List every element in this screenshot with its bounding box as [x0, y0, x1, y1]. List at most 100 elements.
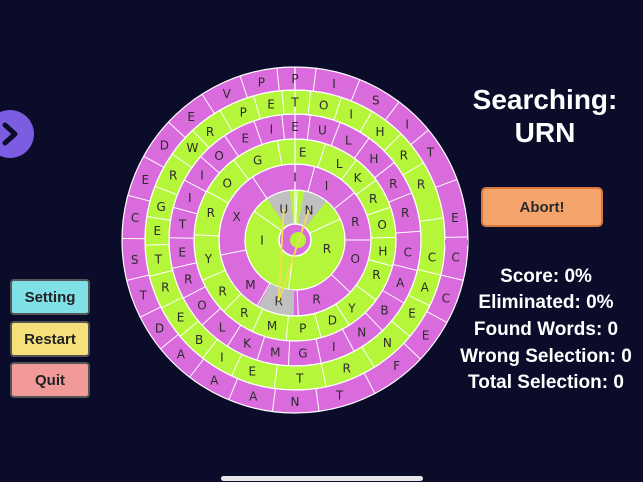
letter-cell[interactable]: O [319, 99, 328, 113]
letter-cell[interactable]: I [220, 351, 224, 365]
letter-cell[interactable]: E [291, 120, 299, 134]
letter-cell[interactable]: L [345, 133, 352, 147]
letter-cell[interactable]: A [421, 281, 430, 295]
abort-button[interactable]: Abort! [481, 187, 603, 227]
letter-cell[interactable]: P [258, 76, 265, 90]
letter-cell[interactable]: O [377, 218, 386, 232]
letter-cell[interactable]: I [293, 171, 297, 185]
letter-cell[interactable]: T [335, 389, 344, 403]
letter-cell[interactable]: C [404, 245, 412, 259]
letter-cell[interactable]: R [400, 149, 408, 163]
letter-cell[interactable]: I [325, 179, 329, 193]
letter-cell[interactable]: I [405, 117, 409, 131]
letter-cell[interactable]: H [375, 125, 384, 139]
letter-cell[interactable]: I [270, 122, 274, 136]
letter-cell[interactable]: I [332, 77, 336, 91]
letter-cell[interactable]: O [214, 149, 223, 163]
letter-cell[interactable]: R [372, 268, 380, 282]
letter-cell[interactable]: A [396, 276, 405, 290]
letter-cell[interactable]: R [417, 177, 425, 191]
letter-cell[interactable]: E [249, 365, 257, 379]
letter-cell[interactable]: E [241, 131, 249, 145]
letter-cell[interactable]: W [187, 141, 199, 155]
letter-cell[interactable]: E [451, 211, 459, 225]
letter-cell[interactable]: R [401, 206, 409, 220]
letter-cell[interactable]: T [178, 218, 187, 232]
letter-cell[interactable]: E [141, 173, 149, 187]
letter-cell[interactable]: S [131, 253, 139, 267]
letter-cell[interactable]: F [393, 359, 400, 373]
letter-cell[interactable]: O [197, 299, 206, 313]
letter-cell[interactable]: T [154, 253, 163, 267]
letter-cell[interactable]: Y [204, 252, 213, 266]
letter-cell[interactable]: A [177, 348, 186, 362]
letter-cell[interactable]: B [380, 303, 388, 317]
letter-cell[interactable]: R [218, 284, 226, 298]
letter-cell[interactable]: K [354, 171, 363, 185]
letter-cell[interactable]: Y [347, 301, 356, 315]
letter-cell[interactable]: I [349, 107, 353, 121]
letter-cell[interactable]: E [177, 311, 185, 325]
letter-cell[interactable]: U [318, 123, 327, 137]
letter-cell[interactable]: K [243, 336, 252, 350]
letter-cell[interactable]: T [139, 289, 148, 303]
letter-cell[interactable]: L [219, 320, 226, 334]
letter-cell[interactable]: E [267, 98, 275, 112]
letter-cell[interactable]: B [195, 333, 203, 347]
letter-cell[interactable]: E [154, 224, 162, 238]
letter-cell[interactable]: R [343, 361, 351, 375]
letter-cell[interactable]: A [249, 389, 258, 403]
letter-cell[interactable]: V [223, 87, 232, 101]
letter-cell[interactable]: M [245, 278, 255, 292]
letter-cell[interactable]: R [369, 192, 377, 206]
letter-cell[interactable]: D [328, 314, 337, 328]
letter-cell[interactable]: R [240, 306, 248, 320]
letter-cell[interactable]: N [357, 325, 366, 339]
letter-cell[interactable]: G [253, 153, 262, 167]
letter-cell[interactable]: P [299, 322, 306, 336]
letter-cell[interactable]: X [232, 210, 240, 224]
letter-cell[interactable]: G [156, 200, 165, 214]
letter-cell[interactable]: P [291, 72, 298, 86]
letter-cell[interactable]: I [260, 234, 264, 248]
letter-cell[interactable]: L [336, 157, 343, 171]
quit-button[interactable]: Quit [10, 362, 90, 398]
letter-cell[interactable]: E [178, 245, 186, 259]
letter-cell[interactable]: E [299, 145, 307, 159]
letter-cell[interactable]: M [267, 319, 277, 333]
setting-button[interactable]: Setting [10, 279, 90, 315]
letter-cell[interactable]: G [298, 347, 307, 361]
letter-cell[interactable]: I [188, 191, 192, 205]
restart-button[interactable]: Restart [10, 321, 90, 357]
letter-cell[interactable]: R [169, 169, 177, 183]
letter-cell[interactable]: H [369, 152, 378, 166]
letter-cell[interactable]: R [207, 206, 215, 220]
letter-cell[interactable]: C [428, 250, 436, 264]
letter-cell[interactable]: M [270, 345, 280, 359]
letter-cell[interactable]: T [290, 96, 299, 110]
letter-cell[interactable]: I [332, 340, 336, 354]
word-spiral-board[interactable]: IRNUIIRORRMXELKROHRYDPMRRYROGEULHRRCABNI… [0, 0, 643, 482]
letter-cell[interactable]: P [240, 106, 247, 120]
letter-cell[interactable]: E [422, 328, 430, 342]
letter-cell[interactable]: R [161, 281, 169, 295]
letter-cell[interactable]: R [389, 177, 397, 191]
letter-cell[interactable]: O [351, 252, 360, 266]
letter-cell[interactable]: T [295, 371, 304, 385]
letter-cell[interactable]: C [451, 250, 459, 264]
letter-cell[interactable]: A [210, 373, 219, 387]
letter-cell[interactable]: R [184, 272, 192, 286]
letter-cell[interactable]: T [426, 146, 435, 160]
letter-cell[interactable]: R [351, 215, 359, 229]
letter-cell[interactable]: D [155, 321, 164, 335]
letter-cell[interactable]: E [187, 110, 195, 124]
letter-cell[interactable]: S [372, 94, 380, 108]
letter-cell[interactable]: R [323, 242, 331, 256]
letter-cell[interactable]: N [291, 395, 300, 409]
letter-cell[interactable]: I [200, 168, 204, 182]
letter-cell[interactable]: R [206, 125, 214, 139]
letter-cell[interactable]: N [383, 336, 392, 350]
letter-cell[interactable]: R [312, 293, 320, 307]
letter-cell[interactable]: C [131, 211, 139, 225]
letter-cell[interactable]: E [408, 307, 416, 321]
